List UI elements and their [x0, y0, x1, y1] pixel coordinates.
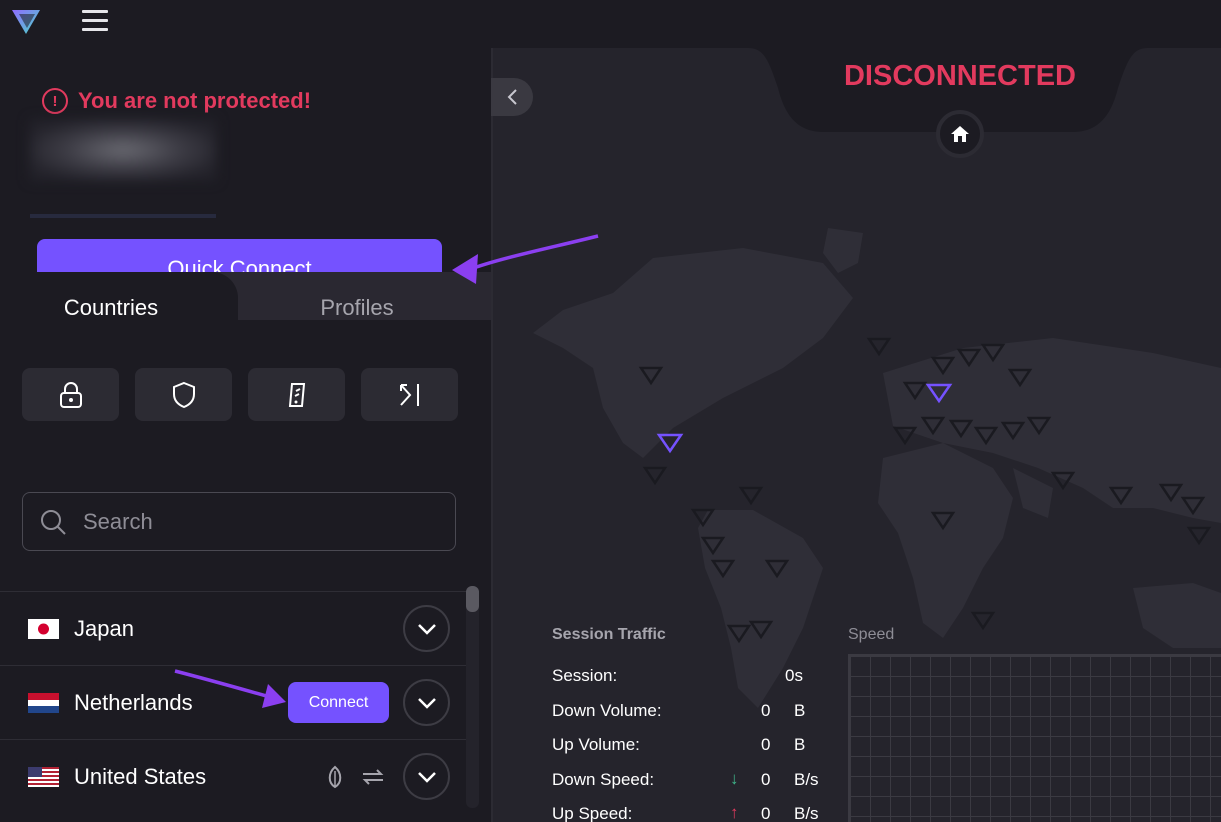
- annotation-arrows: [174, 234, 599, 708]
